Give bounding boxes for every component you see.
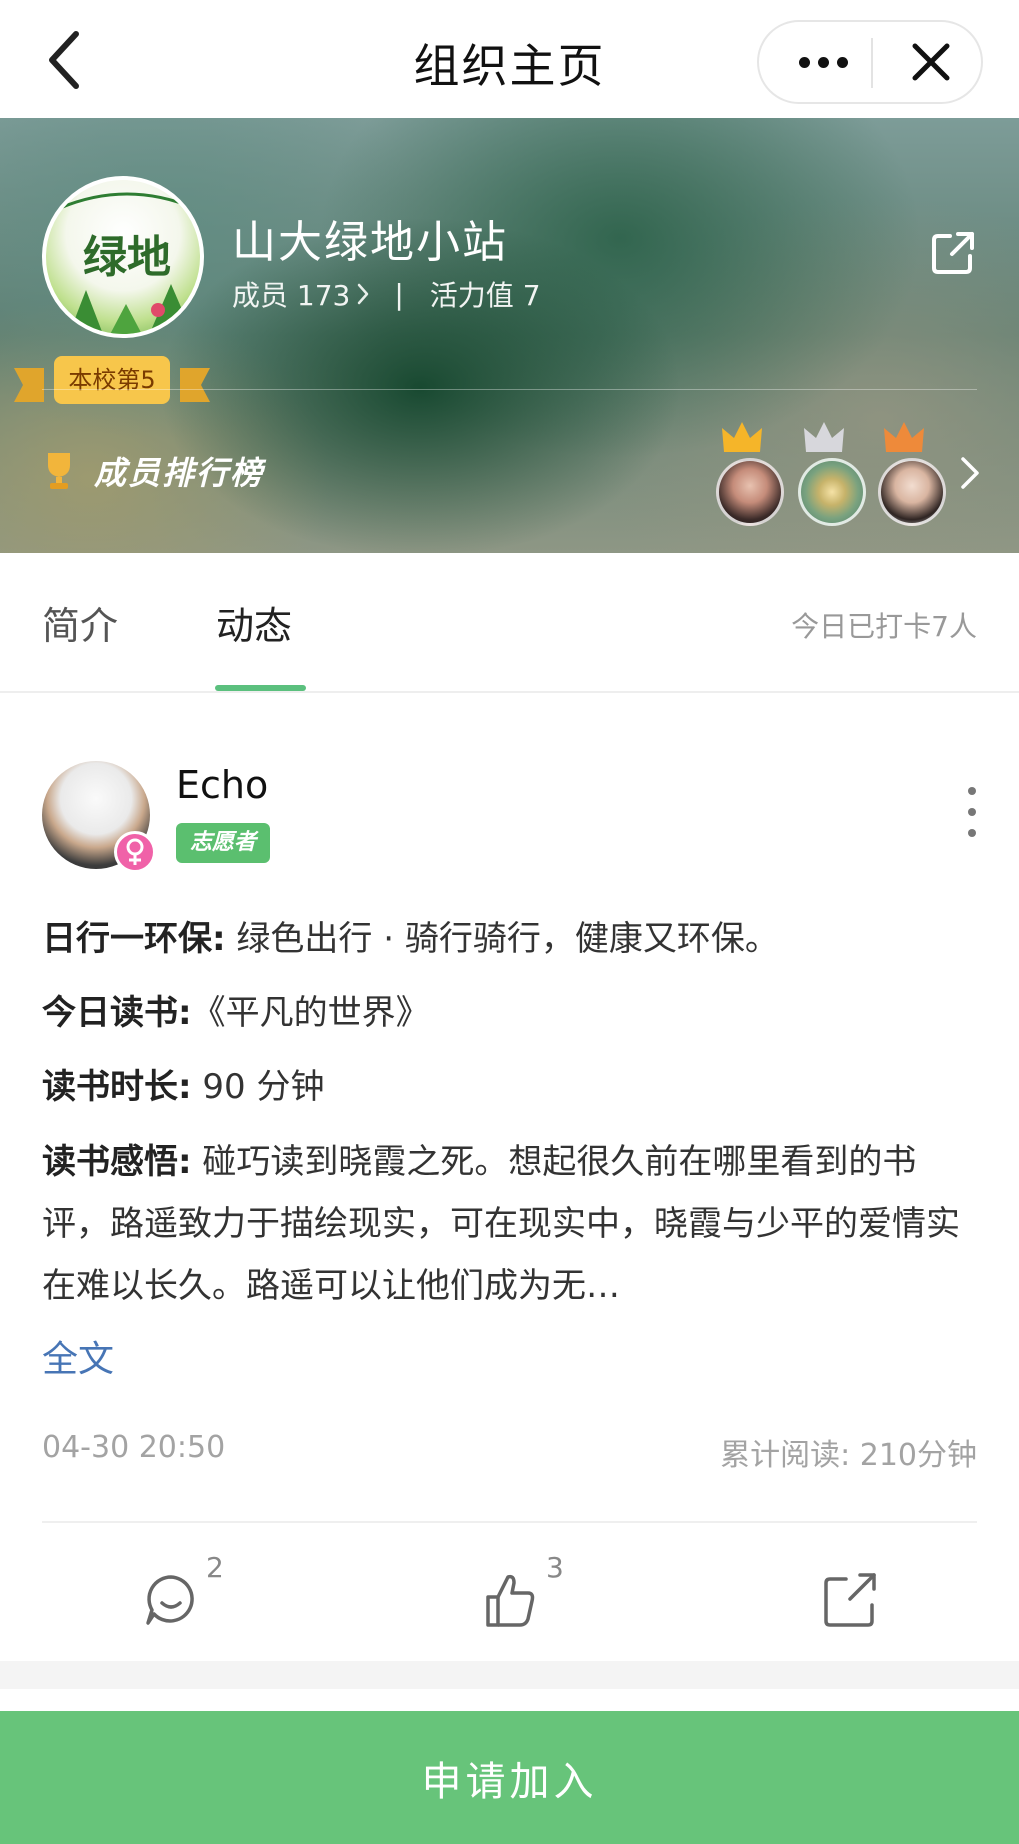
group-meta: 成员 173 | 活力值 7 (232, 274, 541, 314)
join-button[interactable]: 申请加入 (0, 1711, 1019, 1844)
vertical-dots-icon (968, 787, 976, 795)
share-icon (932, 232, 974, 274)
volunteer-tag: 志愿者 (176, 823, 270, 863)
share-post-icon[interactable] (816, 1565, 886, 1635)
post-content: 日行一环保: 绿色出行 · 骑行骑行，健康又环保。 今日读书:《平凡的世界》 读… (42, 917, 982, 1317)
active-tab-indicator (215, 685, 306, 691)
group-name: 山大绿地小站 (232, 217, 508, 268)
like-icon[interactable] (476, 1565, 546, 1635)
comment-count: 2 (206, 1551, 224, 1584)
meta-separator: | (394, 277, 404, 311)
book-value: 《平凡的世界》 (191, 993, 430, 1033)
post-user-name[interactable]: Echo (176, 763, 268, 807)
close-button[interactable] (891, 22, 971, 102)
like-count: 3 (546, 1551, 564, 1584)
school-rank-badge: 本校第5 (14, 356, 210, 418)
more-dot (817, 56, 829, 68)
top-member-avatar-2 (798, 458, 866, 526)
eco-label: 日行一环保: (42, 919, 226, 959)
more-button[interactable] (783, 22, 863, 102)
group-header: 绿地 本校第5 山大绿地小站 成员 173 | 活力值 7 成员排行榜 (0, 118, 1019, 553)
eco-line: 日行一环保: 绿色出行 · 骑行骑行，健康又环保。 (42, 917, 982, 991)
ribbon-tail-left (14, 368, 44, 402)
group-logo[interactable]: 绿地 (42, 176, 204, 338)
leaderboard-chevron-icon[interactable] (958, 453, 982, 493)
leaderboard-entry[interactable]: 成员排行榜 (42, 448, 264, 494)
tab-intro[interactable]: 简介 (42, 595, 118, 650)
school-rank-text: 本校第5 (54, 356, 170, 404)
bronze-crown-icon (884, 422, 924, 452)
book-line: 今日读书:《平凡的世界》 (42, 991, 982, 1065)
post-more-button[interactable] (964, 787, 980, 837)
reflection-line: 读书感悟: 碰巧读到晓霞之死。想起很久前在哪里看到的书评，路遥致力于描绘现实，可… (42, 1131, 982, 1317)
duration-label: 读书时长: (42, 1067, 192, 1107)
feed-post: Echo 志愿者 日行一环保: 绿色出行 · 骑行骑行，健康又环保。 今日读书:… (0, 695, 1019, 1661)
mini-program-capsule (757, 20, 983, 104)
tab-feed[interactable]: 动态 (216, 595, 292, 650)
trophy-icon (48, 453, 70, 489)
vitality-value: 活力值 7 (429, 279, 541, 312)
silver-crown-icon (804, 422, 844, 452)
top-members[interactable] (716, 418, 986, 533)
female-gender-icon (114, 831, 156, 873)
join-button-label: 申请加入 (421, 1758, 598, 1805)
tab-bar: 简介 动态 今日已打卡7人 (0, 553, 1019, 693)
duration-line: 读书时长: 90 分钟 (42, 1065, 982, 1139)
members-link[interactable]: 成员 173 (232, 274, 350, 314)
share-button[interactable] (928, 228, 978, 278)
svg-text:绿地: 绿地 (83, 232, 171, 283)
close-icon (912, 43, 950, 81)
top-member-avatar-3 (878, 458, 946, 526)
post-timestamp: 04-30 20:50 (42, 1430, 226, 1465)
logo-artwork: 绿地 (59, 192, 195, 334)
eco-value: 绿色出行 · 骑行骑行，健康又环保。 (225, 919, 779, 959)
duration-value: 90 分钟 (191, 1067, 325, 1107)
gold-crown-icon (722, 422, 762, 452)
checkin-summary: 今日已打卡7人 (791, 610, 977, 643)
book-label: 今日读书: (42, 993, 192, 1033)
navigation-bar: 组织主页 (0, 0, 1019, 118)
leaderboard-label: 成员排行榜 (94, 454, 265, 492)
capsule-divider (871, 38, 873, 88)
menu-dot (968, 808, 976, 816)
chevron-right-icon (358, 283, 369, 305)
top-member-avatar-1 (716, 458, 784, 526)
post-divider (42, 1521, 977, 1523)
ribbon-tail-right (180, 368, 210, 402)
fulltext-link[interactable]: 全文 (42, 1330, 114, 1382)
comment-icon[interactable] (136, 1565, 206, 1635)
menu-dot (968, 829, 976, 837)
female-symbol (126, 838, 144, 865)
total-reading: 累计阅读: 210分钟 (720, 1438, 977, 1473)
more-dots-icon (798, 56, 810, 68)
reflection-label: 读书感悟: (42, 1142, 192, 1182)
banner-divider (42, 389, 977, 390)
section-gap (0, 1661, 1019, 1689)
more-dot (836, 56, 848, 68)
